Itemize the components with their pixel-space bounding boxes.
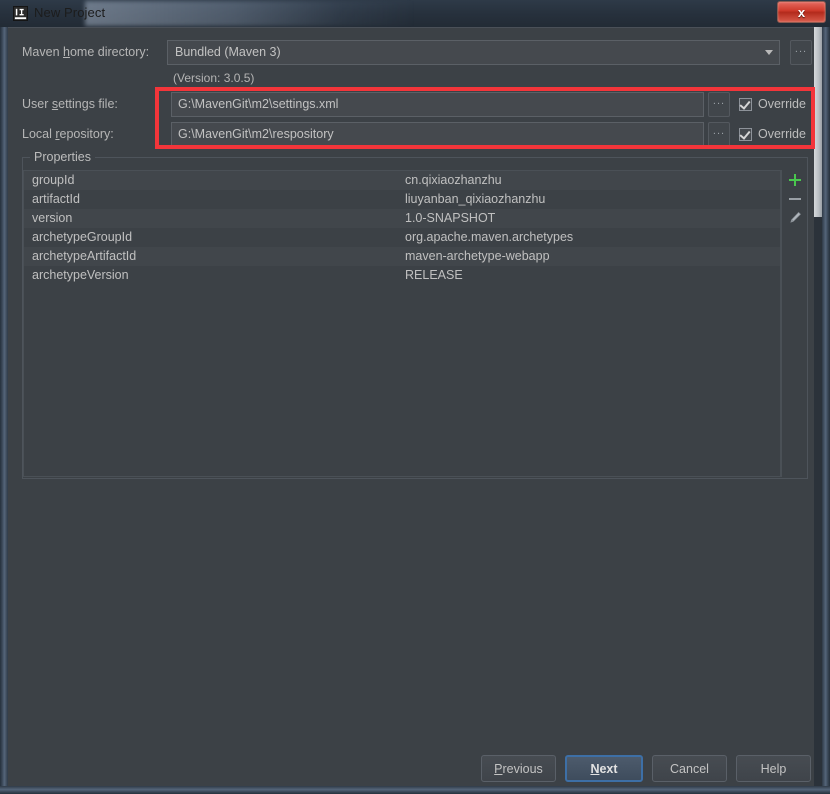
help-button[interactable]: Help: [736, 755, 811, 782]
user-settings-override-checkbox[interactable]: Override: [739, 97, 806, 111]
property-key: archetypeGroupId: [32, 230, 133, 244]
close-icon: x: [797, 4, 806, 20]
window-bottom-border: [0, 786, 830, 794]
user-settings-browse-button[interactable]: ...: [708, 92, 730, 117]
next-button[interactable]: Next: [565, 755, 643, 782]
title-bar[interactable]: New Project x: [0, 0, 830, 27]
table-row[interactable]: groupId cn.qixiaozhanzhu: [24, 171, 780, 190]
properties-table-toolbar: [781, 170, 807, 477]
minus-icon: [789, 197, 801, 200]
local-repository-browse-button[interactable]: ...: [708, 122, 730, 147]
edit-property-button[interactable]: [782, 208, 808, 227]
property-key: artifactId: [32, 192, 80, 206]
checkbox-check-icon: [739, 97, 752, 111]
property-value: maven-archetype-webapp: [405, 249, 550, 263]
dialog-button-bar: Previous Next Cancel Help: [8, 745, 822, 786]
plus-icon: [789, 173, 801, 186]
chevron-down-icon[interactable]: [759, 41, 779, 64]
properties-table-body: groupId cn.qixiaozhanzhu artifactId liuy…: [24, 171, 780, 285]
local-repository-override-label: Override: [758, 127, 806, 141]
new-project-dialog-window: New Project x Maven home directory: Bund…: [0, 0, 830, 794]
property-value: 1.0-SNAPSHOT: [405, 211, 496, 225]
local-repository-override-checkbox[interactable]: Override: [739, 127, 806, 141]
property-key: archetypeVersion: [32, 268, 129, 282]
table-row[interactable]: artifactId liuyanban_qixiaozhanzhu: [24, 190, 780, 209]
dialog-content: Maven home directory: Bundled (Maven 3) …: [8, 27, 822, 786]
property-value: org.apache.maven.archetypes: [405, 230, 574, 244]
maven-home-directory-value: Bundled (Maven 3): [175, 45, 281, 59]
maven-home-browse-label: ...: [794, 43, 808, 55]
table-row[interactable]: archetypeVersion RELEASE: [24, 266, 780, 285]
add-property-button[interactable]: [782, 170, 808, 189]
remove-property-button[interactable]: [782, 189, 808, 208]
cancel-button[interactable]: Cancel: [652, 755, 727, 782]
checkbox-check-icon: [739, 127, 752, 141]
property-key: groupId: [32, 173, 75, 187]
local-repository-input[interactable]: G:\MavenGit\m2\respository: [171, 122, 704, 147]
previous-button[interactable]: Previous: [481, 755, 556, 782]
property-value: cn.qixiaozhanzhu: [405, 173, 502, 187]
maven-home-directory-combobox[interactable]: Bundled (Maven 3): [167, 40, 780, 65]
table-row[interactable]: archetypeArtifactId maven-archetype-weba…: [24, 247, 780, 266]
property-value: RELEASE: [405, 268, 463, 282]
title-bar-highlight: [85, 1, 415, 26]
close-button[interactable]: x: [777, 1, 826, 23]
user-settings-override-label: Override: [758, 97, 806, 111]
properties-group-title: Properties: [30, 150, 95, 164]
vertical-scrollbar-thumb[interactable]: [814, 27, 822, 217]
window-right-border: [822, 0, 830, 794]
table-row[interactable]: archetypeGroupId org.apache.maven.archet…: [24, 228, 780, 247]
local-repository-label: Local repository:: [22, 127, 114, 141]
window-left-border: [0, 0, 8, 794]
property-key: archetypeArtifactId: [32, 249, 137, 263]
pencil-icon: [789, 211, 801, 223]
maven-home-browse-button[interactable]: ...: [790, 40, 812, 65]
intellij-idea-icon: [13, 6, 28, 21]
table-row[interactable]: version 1.0-SNAPSHOT: [24, 209, 780, 228]
property-value: liuyanban_qixiaozhanzhu: [405, 192, 546, 206]
user-settings-browse-label: ...: [712, 95, 726, 107]
user-settings-file-input[interactable]: G:\MavenGit\m2\settings.xml: [171, 92, 704, 117]
user-settings-file-label: User settings file:: [22, 97, 118, 111]
properties-table[interactable]: groupId cn.qixiaozhanzhu artifactId liuy…: [23, 170, 781, 477]
maven-version-note: (Version: 3.0.5): [173, 71, 255, 85]
local-repository-browse-label: ...: [712, 125, 726, 137]
property-key: version: [32, 211, 73, 225]
window-title: New Project: [34, 5, 106, 20]
maven-home-directory-label: Maven home directory:: [22, 45, 150, 59]
